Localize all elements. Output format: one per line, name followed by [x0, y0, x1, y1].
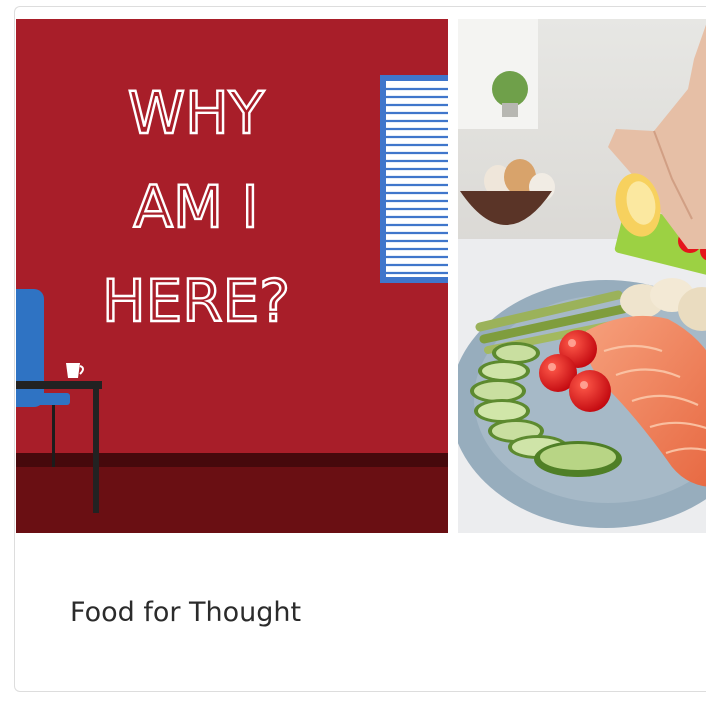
- window-blinds: [380, 75, 448, 283]
- waiting-room-illustration: WHY AM I HERE?: [16, 19, 448, 533]
- illustration-panel: WHY AM I HERE?: [16, 19, 448, 533]
- food-photo-panel: [458, 19, 706, 533]
- content-card[interactable]: WHY AM I HERE? Food for Thought: [14, 6, 706, 692]
- headline-line-2: AM I: [133, 173, 258, 241]
- headline-line-1: WHY: [128, 79, 265, 147]
- salmon-plate-photo: [458, 19, 706, 533]
- headline-line-3: HERE?: [102, 267, 290, 335]
- card-title[interactable]: Food for Thought: [70, 597, 301, 628]
- card-media: WHY AM I HERE?: [16, 19, 706, 533]
